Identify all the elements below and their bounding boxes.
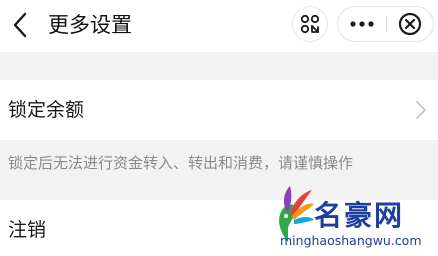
close-button[interactable] (387, 7, 433, 41)
page-title: 更多设置 (48, 13, 132, 37)
more-button[interactable] (338, 7, 386, 41)
cancel-account-label: 注销 (8, 219, 47, 241)
back-button[interactable] (6, 8, 34, 42)
watermark-title: 名豪网 (314, 199, 405, 232)
scan-icon (300, 14, 320, 34)
chevron-right-icon (416, 101, 426, 119)
close-circle-icon (398, 12, 422, 36)
scan-button[interactable] (292, 6, 328, 42)
navigation-bar: 更多设置 (0, 0, 438, 52)
ellipsis-icon (350, 21, 374, 27)
lock-balance-label: 锁定余额 (8, 99, 85, 121)
watermark-url: minghaoshangwu.com (280, 233, 422, 248)
lock-balance-row[interactable]: 锁定余额 (0, 80, 438, 140)
mini-program-capsule (337, 6, 434, 42)
lock-hint-text: 锁定后无法进行资金转入、转出和消费，请谨慎操作 (8, 154, 354, 172)
chevron-left-icon (13, 12, 27, 38)
watermark: 名豪网 minghaoshangwu.com (262, 180, 438, 256)
